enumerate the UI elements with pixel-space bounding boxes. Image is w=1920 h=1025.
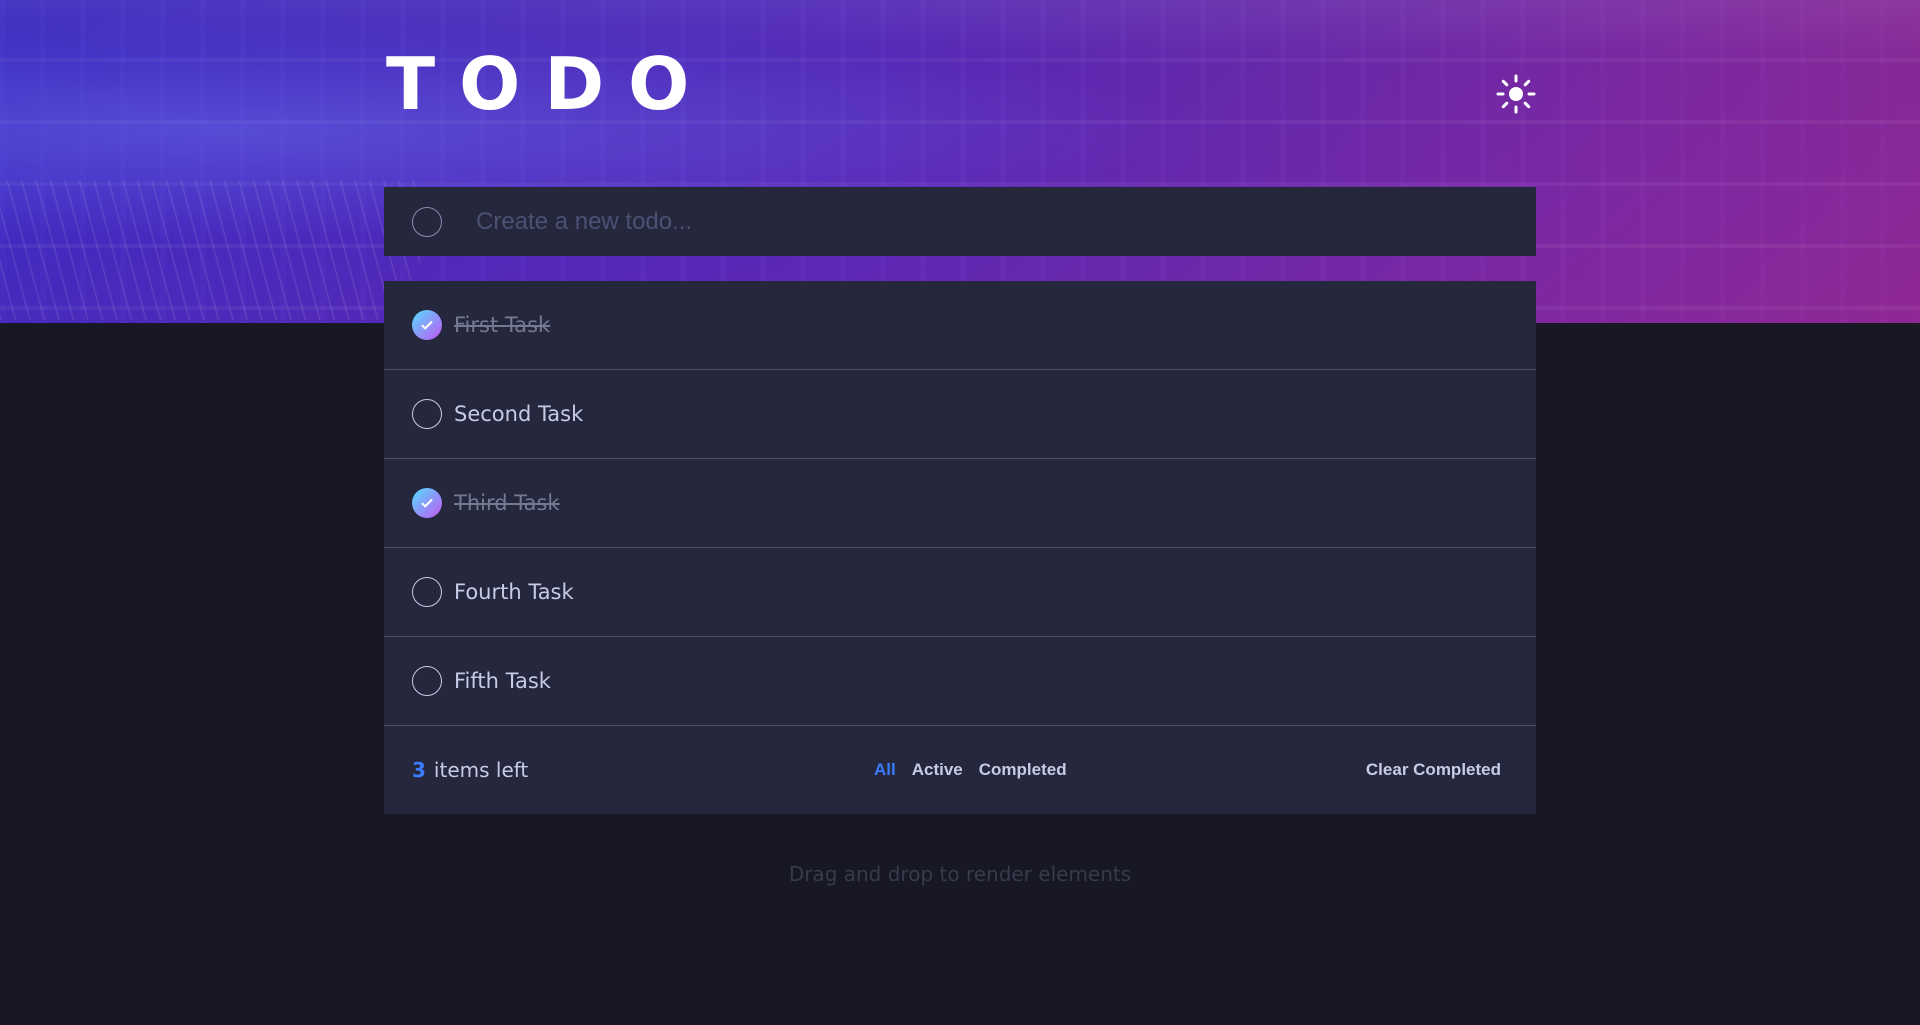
todo-item[interactable]: Third Task bbox=[384, 459, 1536, 548]
todo-text: Fifth Task bbox=[454, 669, 551, 693]
check-icon bbox=[421, 498, 433, 508]
items-left-label: items left bbox=[433, 758, 529, 782]
todo-item[interactable]: First Task bbox=[384, 281, 1536, 370]
check-icon bbox=[421, 320, 433, 330]
todo-text: First Task bbox=[454, 313, 551, 337]
todo-checkbox[interactable] bbox=[412, 488, 442, 518]
items-left-counter: 3 items left bbox=[412, 758, 528, 782]
clear-completed-button[interactable]: Clear Completed bbox=[1366, 760, 1501, 780]
todo-text: Second Task bbox=[454, 402, 584, 426]
items-left-count: 3 bbox=[412, 758, 426, 782]
list-footer: 3 items left All Active Completed Clear C… bbox=[384, 726, 1536, 814]
drag-hint: Drag and drop to render elements bbox=[788, 862, 1132, 886]
new-todo-bar bbox=[384, 187, 1536, 256]
todo-checkbox[interactable] bbox=[412, 399, 442, 429]
todo-item[interactable]: Fourth Task bbox=[384, 548, 1536, 637]
filter-all[interactable]: All bbox=[874, 760, 896, 780]
todo-checkbox[interactable] bbox=[412, 666, 442, 696]
new-todo-circle[interactable] bbox=[412, 206, 442, 237]
filter-completed[interactable]: Completed bbox=[979, 760, 1067, 780]
todo-text: Third Task bbox=[454, 491, 560, 515]
todo-item[interactable]: Fifth Task bbox=[384, 637, 1536, 726]
todo-checkbox[interactable] bbox=[412, 310, 442, 340]
theme-toggle-button[interactable] bbox=[1496, 74, 1536, 114]
filter-group: All Active Completed bbox=[874, 760, 1067, 780]
todo-text: Fourth Task bbox=[454, 580, 574, 604]
filter-active[interactable]: Active bbox=[912, 760, 963, 780]
todo-item[interactable]: Second Task bbox=[384, 370, 1536, 459]
todo-checkbox[interactable] bbox=[412, 577, 442, 607]
new-todo-input[interactable] bbox=[476, 201, 1476, 242]
sun-icon bbox=[1496, 74, 1536, 114]
todo-list: First Task Second Task Third Task Fourth Ta… bbox=[384, 281, 1536, 814]
header-background bbox=[0, 0, 1920, 323]
app-title: TODO bbox=[386, 42, 714, 126]
